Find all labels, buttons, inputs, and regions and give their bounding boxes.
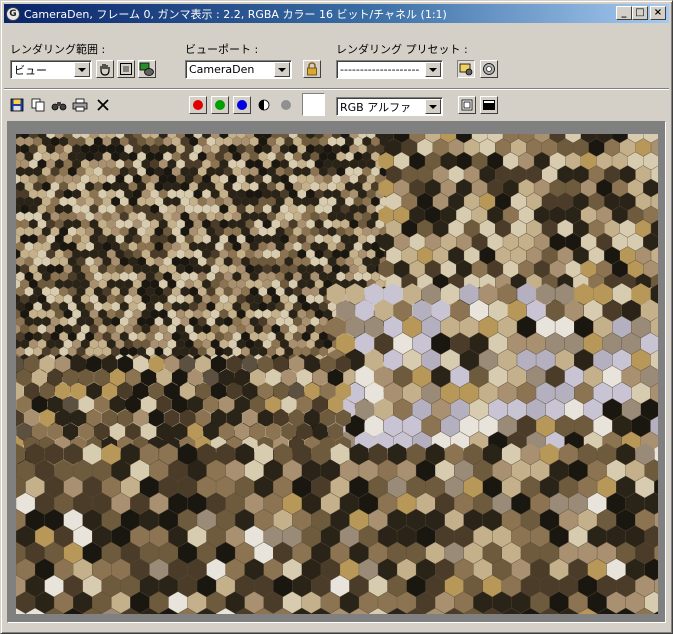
toggle-ui-button[interactable] [480, 96, 498, 114]
chevron-down-icon[interactable] [425, 99, 441, 114]
auto-region-button[interactable] [117, 60, 135, 78]
render-preset-label: レンダリング プリセット : [336, 43, 468, 56]
save-image-button[interactable] [8, 96, 26, 114]
chevron-down-icon[interactable] [74, 62, 90, 77]
display-icon [483, 100, 495, 110]
render-scene-button[interactable] [138, 60, 156, 78]
overlay-icon [461, 99, 473, 111]
printer-icon [72, 98, 88, 112]
toggle-ui-overlay-button[interactable] [458, 96, 476, 114]
half-circle-icon [258, 99, 270, 111]
close-button[interactable]: × [650, 6, 666, 20]
blue-dot-icon [237, 100, 247, 110]
display-channel-dropdown[interactable]: RGB アルファ [336, 97, 443, 116]
clear-button[interactable] [94, 96, 112, 114]
close-icon [97, 99, 109, 111]
edit-region-button[interactable] [96, 60, 114, 78]
lock-viewport-button[interactable] [303, 60, 321, 78]
viewport-value: CameraDen [189, 63, 255, 76]
lock-icon [307, 62, 317, 76]
chevron-down-icon[interactable] [425, 62, 441, 77]
binoculars-icon [51, 102, 67, 111]
red-dot-icon [193, 100, 203, 110]
environment-effects-button[interactable] [480, 60, 498, 78]
viewport-label: ビューポート : [185, 43, 259, 56]
print-button[interactable] [71, 96, 89, 114]
app-icon[interactable]: G [6, 6, 20, 21]
hand-icon [100, 64, 110, 76]
title-bar[interactable]: G CameraDen, フレーム 0, ガンマ表示 : 2.2, RGBA カ… [4, 4, 669, 23]
window-title: CameraDen, フレーム 0, ガンマ表示 : 2.2, RGBA カラー… [24, 7, 447, 21]
gray-dot-icon [281, 100, 291, 110]
render-window: G CameraDen, フレーム 0, ガンマ表示 : 2.2, RGBA カ… [0, 0, 673, 634]
display-alpha-button[interactable] [255, 96, 273, 114]
effects-icon [483, 63, 495, 75]
monochrome-button[interactable] [277, 96, 295, 114]
render-setup-icon [459, 63, 473, 76]
region-frame-icon [120, 63, 132, 75]
render-setup-button[interactable] [457, 60, 475, 78]
rendered-image-canvas [16, 134, 658, 614]
green-channel-toggle[interactable] [211, 96, 229, 114]
render-area-label: レンダリング範囲 : [10, 43, 106, 56]
render-preset-dropdown[interactable]: -------------------- [336, 60, 443, 79]
viewport-dropdown[interactable]: CameraDen [185, 60, 292, 79]
clone-window-button[interactable] [29, 96, 47, 114]
render-area-value: ビュー [14, 63, 47, 77]
render-area-dropdown[interactable]: ビュー [10, 60, 92, 79]
teapot-icon [139, 62, 154, 76]
chevron-down-icon[interactable] [274, 62, 290, 77]
green-dot-icon [215, 100, 225, 110]
minimize-button[interactable]: _ [616, 6, 632, 20]
blue-channel-toggle[interactable] [233, 96, 251, 114]
rendered-image[interactable] [16, 134, 658, 614]
clone-icon [31, 98, 45, 112]
maximize-button[interactable]: □ [632, 6, 648, 20]
toolbar-separator [4, 88, 669, 90]
render-preset-value: -------------------- [340, 63, 420, 76]
red-channel-toggle[interactable] [189, 96, 207, 114]
color-swatch[interactable] [302, 93, 325, 116]
floppy-disk-icon [10, 98, 24, 112]
print-preview-button[interactable] [50, 96, 68, 114]
display-channel-value: RGB アルファ [340, 100, 412, 114]
